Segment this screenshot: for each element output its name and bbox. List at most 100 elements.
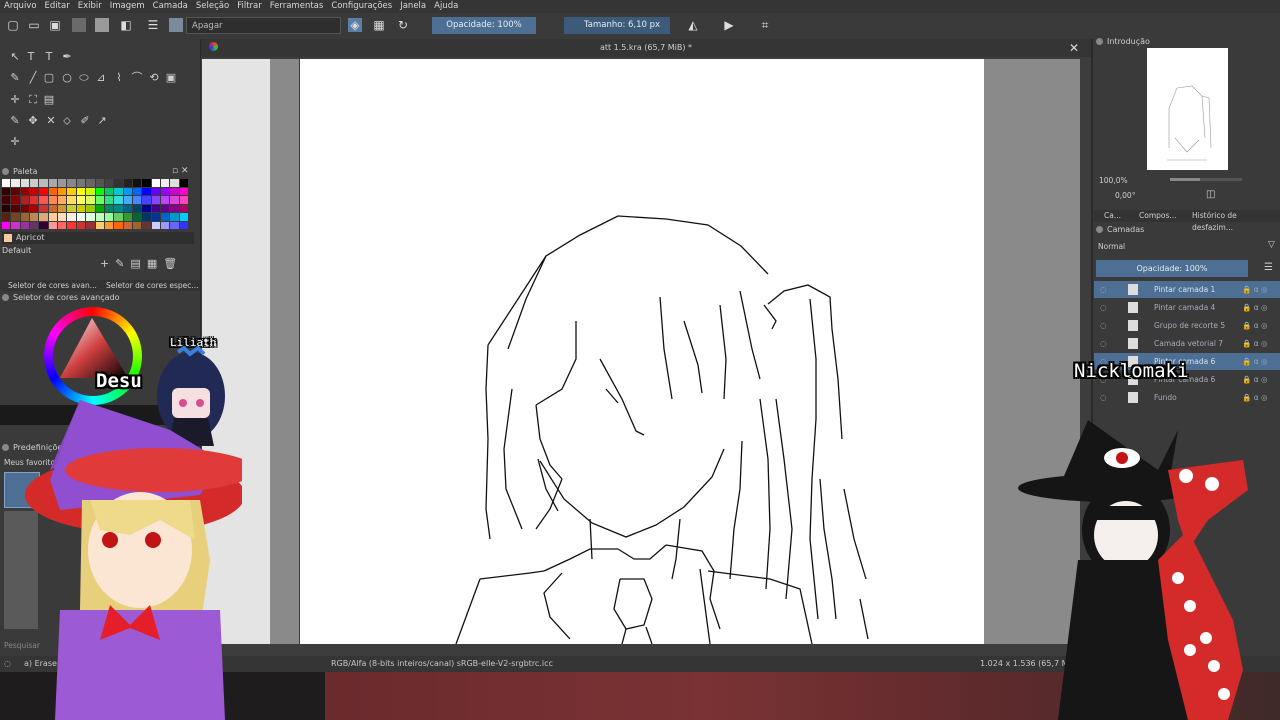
tool-icon-14[interactable]: ✛	[8, 93, 22, 107]
tab-advanced-selector[interactable]: Seletor de cores avan...	[8, 280, 97, 291]
palette-swatch[interactable]	[67, 196, 76, 204]
palette-swatch[interactable]	[132, 196, 142, 204]
palette-swatch[interactable]	[76, 204, 86, 212]
palette-swatch[interactable]	[39, 213, 48, 221]
palette-swatch[interactable]	[123, 187, 132, 195]
tool-icon-4[interactable]: ✎	[8, 71, 22, 85]
palette-swatch[interactable]	[2, 187, 11, 195]
tool-icon-8[interactable]: ⬭	[77, 71, 91, 85]
palette-swatch[interactable]	[86, 187, 95, 195]
palette-swatch[interactable]	[151, 213, 160, 221]
palette-swatch[interactable]	[95, 196, 104, 204]
tool-icon-23[interactable]: ✛	[8, 135, 22, 149]
palette-swatch[interactable]	[67, 179, 76, 187]
tool-icon-6[interactable]: ▢	[42, 71, 56, 85]
palette-swatch[interactable]	[179, 179, 188, 187]
layer-row[interactable]: ◌ Fundo 🔒 α ◎	[1094, 389, 1280, 406]
palette-swatch[interactable]	[11, 187, 20, 195]
palette-swatch[interactable]	[58, 221, 67, 229]
menu-item-7[interactable]: Ferramentas	[266, 0, 328, 13]
tool-icon-19[interactable]: ✕	[44, 114, 58, 128]
visibility-icon[interactable]: ◌	[1100, 389, 1107, 406]
layer-row[interactable]: ◌ Pintar camada 1 🔒 α ◎	[1094, 281, 1280, 298]
tool-icon-5[interactable]: ╱	[26, 71, 40, 85]
visibility-icon[interactable]: ◌	[1100, 281, 1107, 298]
palette-swatch[interactable]	[151, 196, 160, 204]
overview-zoom-slider[interactable]	[1170, 178, 1242, 181]
pattern-swatch-icon[interactable]	[95, 18, 109, 32]
palette-swatch[interactable]	[76, 187, 86, 195]
mirror-vertical-icon[interactable]: ▶	[722, 18, 736, 32]
palette-swatch[interactable]	[160, 179, 170, 187]
fg-bg-color-icon[interactable]: ◧	[119, 18, 133, 32]
palette-swatch[interactable]	[20, 179, 30, 187]
tool-icon-22[interactable]: ↗	[95, 114, 109, 128]
tool-icon-0[interactable]: ↖	[8, 50, 22, 64]
palette-swatch[interactable]	[67, 187, 76, 195]
palette-swatch[interactable]	[123, 213, 132, 221]
menu-item-5[interactable]: Seleção	[192, 0, 233, 13]
palette-swatch[interactable]	[114, 187, 123, 195]
palette-swatch[interactable]	[2, 213, 11, 221]
palette-swatch[interactable]	[11, 221, 20, 229]
layer-row[interactable]: ◌ Pintar camada 4 🔒 α ◎	[1094, 299, 1280, 316]
palette-swatch[interactable]	[39, 221, 48, 229]
palette-swatch[interactable]	[142, 179, 151, 187]
menu-item-1[interactable]: Editar	[41, 0, 74, 13]
palette-swatch[interactable]	[11, 179, 20, 187]
palette-swatch[interactable]	[95, 187, 104, 195]
palette-swatch[interactable]	[104, 179, 114, 187]
palette-swatch[interactable]	[160, 187, 170, 195]
palette-swatch[interactable]	[170, 179, 179, 187]
palette-swatch[interactable]	[39, 204, 48, 212]
palette-swatch[interactable]	[142, 204, 151, 212]
palette-swatch[interactable]	[95, 179, 104, 187]
palette-swatch[interactable]	[48, 196, 58, 204]
palette-swatch[interactable]	[104, 196, 114, 204]
palette-swatch[interactable]	[20, 221, 30, 229]
layer-row[interactable]: ◌ Camada vetorial 7 🔒 α ◎	[1094, 335, 1280, 352]
palette-swatch[interactable]	[170, 204, 179, 212]
tool-icon-11[interactable]: ⌒	[130, 71, 144, 85]
layer-lock-icon[interactable]: 🔒 α ◎	[1242, 371, 1268, 388]
tool-icon-18[interactable]: ✥	[26, 114, 40, 128]
menu-item-0[interactable]: Arquivo	[0, 0, 41, 13]
palette-swatch[interactable]	[170, 187, 179, 195]
menu-item-6[interactable]: Filtrar	[233, 0, 266, 13]
palette-swatch[interactable]	[48, 213, 58, 221]
palette-swatch[interactable]	[86, 213, 95, 221]
brush-settings-icon[interactable]: ☰	[146, 18, 160, 32]
visibility-icon[interactable]: ◌	[1100, 317, 1107, 334]
palette-swatch[interactable]	[2, 179, 11, 187]
palette-swatch[interactable]	[179, 196, 188, 204]
gradient-swatch-icon[interactable]	[72, 18, 86, 32]
palette-swatch[interactable]	[104, 221, 114, 229]
palette-swatch[interactable]	[170, 221, 179, 229]
layer-lock-icon[interactable]: 🔒 α ◎	[1242, 317, 1268, 334]
palette-swatch[interactable]	[95, 213, 104, 221]
drawing-canvas[interactable]	[300, 59, 984, 644]
palette-swatch[interactable]	[132, 213, 142, 221]
tool-icon-17[interactable]: ✎	[8, 114, 22, 128]
palette-swatch[interactable]	[132, 187, 142, 195]
palette-swatch[interactable]	[132, 179, 142, 187]
palette-swatch[interactable]	[48, 221, 58, 229]
palette-swatch[interactable]	[104, 187, 114, 195]
palette-swatch[interactable]	[58, 204, 67, 212]
palette-swatch[interactable]	[179, 221, 188, 229]
layer-lock-icon[interactable]: 🔒 α ◎	[1242, 389, 1268, 406]
tool-icon-21[interactable]: ✐	[78, 114, 92, 128]
palette-swatch[interactable]	[123, 221, 132, 229]
reload-preset-icon[interactable]: ↻	[396, 18, 410, 32]
palette-swatch[interactable]	[160, 196, 170, 204]
palette-swatch[interactable]	[160, 221, 170, 229]
new-document-icon[interactable]: ▢	[6, 18, 20, 32]
palette-swatch[interactable]	[179, 204, 188, 212]
layer-row[interactable]: ◌ Grupo de recorte 5 🔒 α ◎	[1094, 317, 1280, 334]
palette-swatch[interactable]	[95, 204, 104, 212]
palette-swatch[interactable]	[2, 196, 11, 204]
wrap-around-icon[interactable]: ⌗	[758, 18, 772, 32]
filter-icon[interactable]: ▽	[1268, 240, 1275, 250]
palette-swatch[interactable]	[48, 187, 58, 195]
palette-swatch[interactable]	[114, 179, 123, 187]
